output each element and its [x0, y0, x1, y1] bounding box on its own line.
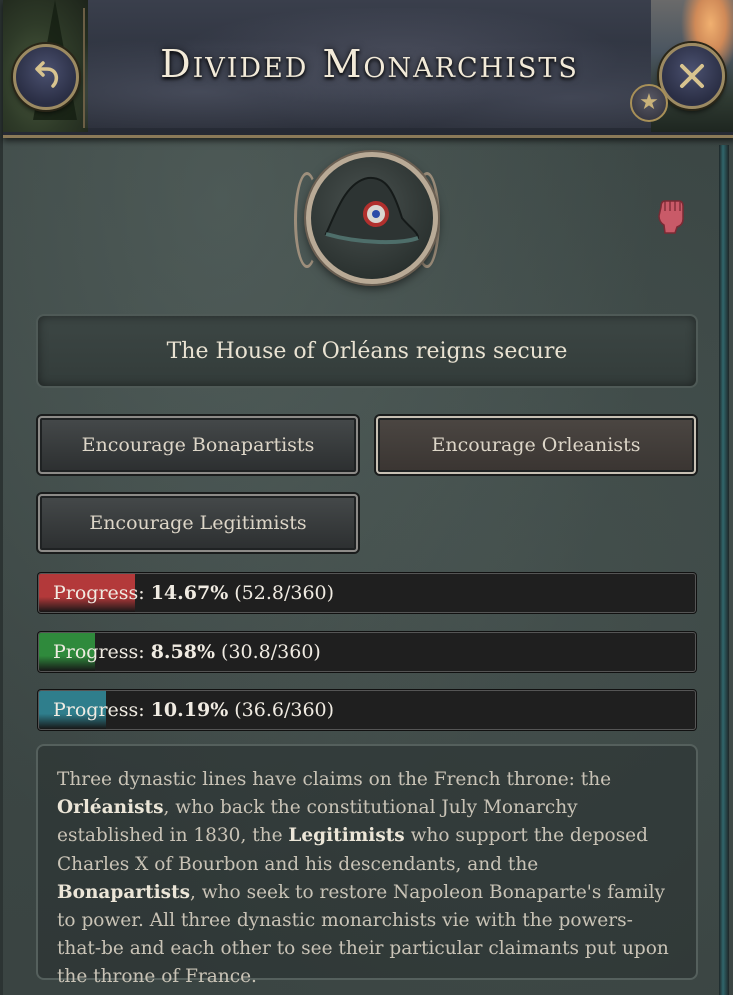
- status-box: The House of Orléans reigns secure: [36, 314, 698, 388]
- description-keyword: Legitimists: [288, 825, 405, 847]
- decision-panel: Divided Monarchists ★ The House of Orléa…: [0, 0, 733, 995]
- encourage-orleanists-button[interactable]: Encourage Orleanists: [376, 416, 696, 474]
- progress-percent: 14.67%: [150, 582, 229, 604]
- close-icon: [680, 64, 704, 88]
- description-part: Three dynastic lines have claims on the …: [57, 769, 612, 790]
- orleanist-progress-bar: Progress: 10.19% (36.6/360): [38, 690, 696, 730]
- description-keyword: Orléanists: [57, 797, 164, 819]
- page-title: Divided Monarchists: [160, 42, 579, 86]
- description-keyword: Bonapartists: [57, 881, 191, 903]
- status-text: The House of Orléans reigns secure: [166, 338, 568, 364]
- close-button[interactable]: [659, 43, 725, 109]
- progress-detail: (52.8/360): [234, 582, 335, 604]
- progress-label: Progress:: [53, 641, 145, 663]
- progress-detail: (30.8/360): [221, 641, 321, 663]
- progress-label: Progress:: [53, 699, 145, 721]
- encourage-bonapartists-button[interactable]: Encourage Bonapartists: [38, 416, 358, 474]
- bicorne-hat-icon: [294, 152, 440, 284]
- header: Divided Monarchists ★: [3, 0, 733, 138]
- progress-detail: (36.6/360): [234, 699, 335, 721]
- description-text: Three dynastic lines have claims on the …: [36, 744, 698, 987]
- back-arrow-icon: [35, 61, 59, 88]
- star-icon[interactable]: ★: [630, 84, 668, 122]
- progress-label: Progress:: [53, 582, 145, 604]
- progress-percent: 10.19%: [150, 699, 229, 721]
- scrollbar[interactable]: [719, 145, 729, 995]
- raised-fist-icon: [658, 200, 684, 234]
- bonapartist-progress-bar: Progress: 14.67% (52.8/360): [38, 573, 696, 613]
- encourage-legitimists-button[interactable]: Encourage Legitimists: [38, 494, 358, 552]
- progress-percent: 8.58%: [150, 641, 216, 663]
- legitimist-progress-bar: Progress: 8.58% (30.8/360): [38, 632, 696, 672]
- back-button[interactable]: [13, 44, 79, 110]
